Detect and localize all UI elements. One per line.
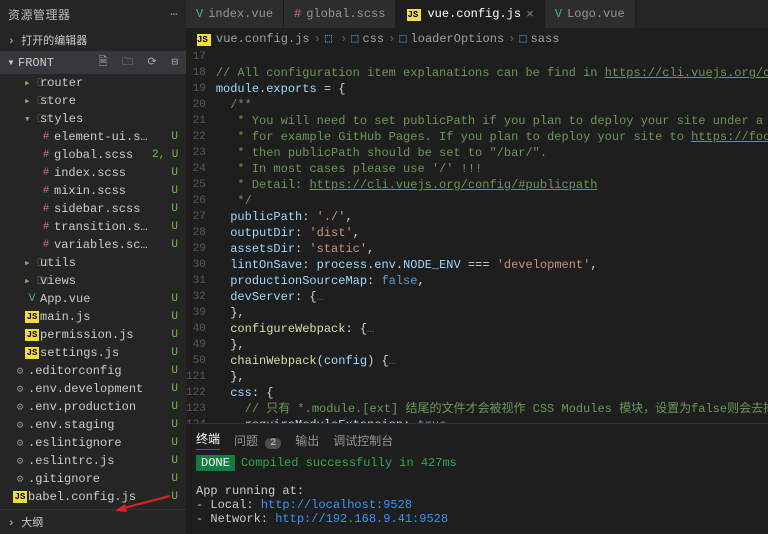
crumb[interactable]: sass (531, 32, 560, 46)
tab-Logo.vue[interactable]: VLogo.vue (545, 0, 636, 28)
close-icon[interactable]: × (526, 7, 534, 22)
done-badge: DONE (196, 455, 235, 471)
more-icon[interactable]: ⋯ (170, 7, 178, 22)
code-content[interactable]: // All configuration item explanations c… (216, 49, 768, 423)
terminal-output: DONECompiled successfully in 427ms App r… (196, 456, 758, 526)
tab-index.vue[interactable]: Vindex.vue (186, 0, 284, 28)
editor-area: Vindex.vue#global.scssJSvue.config.js×VL… (186, 0, 768, 534)
file-permission.js[interactable]: JSpermission.jsU (0, 326, 186, 344)
crumb[interactable]: vue.config.js (216, 32, 310, 46)
file-.env.production[interactable]: ⚙.env.productionU (0, 398, 186, 416)
file-tree[interactable]: ▸ 🗀router▸ 🗀store▾ 🗀styles#element-ui.sc… (0, 74, 186, 509)
tab-problems[interactable]: 问题 2 (234, 432, 281, 449)
file-sidebar.scss[interactable]: #sidebar.scssU (0, 200, 186, 218)
file-router[interactable]: ▸ 🗀router (0, 74, 186, 92)
terminal-panel: 终端 问题 2 输出 调试控制台 DONECompiled successful… (186, 423, 768, 534)
explorer-toolbar[interactable]: 🗎 🗀 ⟳ ⊟ (99, 53, 183, 72)
chevron-down-icon: ▾ (4, 55, 18, 70)
file-babel.config.js[interactable]: JSbabel.config.jsU (0, 488, 186, 506)
file-index.scss[interactable]: #index.scssU (0, 164, 186, 182)
file-settings.js[interactable]: JSsettings.jsU (0, 344, 186, 362)
file-utils[interactable]: ▸ 🗀utils (0, 254, 186, 272)
local-url[interactable]: http://localhost:9528 (261, 498, 412, 512)
file-.gitignore[interactable]: ⚙.gitignoreU (0, 470, 186, 488)
file-element-ui.scss[interactable]: #element-ui.scssU (0, 128, 186, 146)
crumb[interactable]: loaderOptions (411, 32, 505, 46)
code-editor[interactable]: 17 18 19 20 21 22 23 24 25 26 27 28 29 3… (186, 49, 768, 423)
crumb[interactable]: css (363, 32, 385, 46)
network-url[interactable]: http://192.168.9.41:9528 (275, 512, 448, 526)
editor-tabs[interactable]: Vindex.vue#global.scssJSvue.config.js×VL… (186, 0, 768, 28)
file-.editorconfig[interactable]: ⚙.editorconfigU (0, 362, 186, 380)
file-views[interactable]: ▸ 🗀views (0, 272, 186, 290)
file-App.vue[interactable]: VApp.vueU (0, 290, 186, 308)
outline-section[interactable]: › 大纲 (0, 509, 186, 534)
file-variables.scss[interactable]: #variables.scssU (0, 236, 186, 254)
tab-debug[interactable]: 调试控制台 (333, 432, 393, 449)
tab-vue.config.js[interactable]: JSvue.config.js× (396, 0, 544, 28)
file-store[interactable]: ▸ 🗀store (0, 92, 186, 110)
file-mixin.scss[interactable]: #mixin.scssU (0, 182, 186, 200)
file-global.scss[interactable]: #global.scss2, U (0, 146, 186, 164)
file-.eslintrc.js[interactable]: ⚙.eslintrc.jsU (0, 452, 186, 470)
tab-output[interactable]: 输出 (295, 432, 319, 449)
tab-global.scss[interactable]: #global.scss (284, 0, 396, 28)
file-.env.development[interactable]: ⚙.env.developmentU (0, 380, 186, 398)
open-editors-section[interactable]: › 打开的编辑器 (0, 29, 186, 51)
file-main.js[interactable]: JSmain.jsU (0, 308, 186, 326)
panel-tabs[interactable]: 终端 问题 2 输出 调试控制台 (196, 428, 758, 456)
tab-terminal[interactable]: 终端 (196, 430, 220, 450)
explorer-title: 资源管理器 ⋯ (0, 0, 186, 29)
file-transition.scss[interactable]: #transition.scssU (0, 218, 186, 236)
explorer-sidebar: 资源管理器 ⋯ › 打开的编辑器 ▾ FRONT 🗎 🗀 ⟳ ⊟ ▸ 🗀rout… (0, 0, 186, 534)
file-.eslintignore[interactable]: ⚙.eslintignoreU (0, 434, 186, 452)
file-styles[interactable]: ▾ 🗀styles (0, 110, 186, 128)
line-gutter: 17 18 19 20 21 22 23 24 25 26 27 28 29 3… (186, 49, 216, 423)
breadcrumb[interactable]: JSvue.config.js › ⬚ › ⬚ css › ⬚ loaderOp… (186, 28, 768, 49)
file-.env.staging[interactable]: ⚙.env.stagingU (0, 416, 186, 434)
folder-section[interactable]: ▾ FRONT 🗎 🗀 ⟳ ⊟ (0, 51, 186, 74)
